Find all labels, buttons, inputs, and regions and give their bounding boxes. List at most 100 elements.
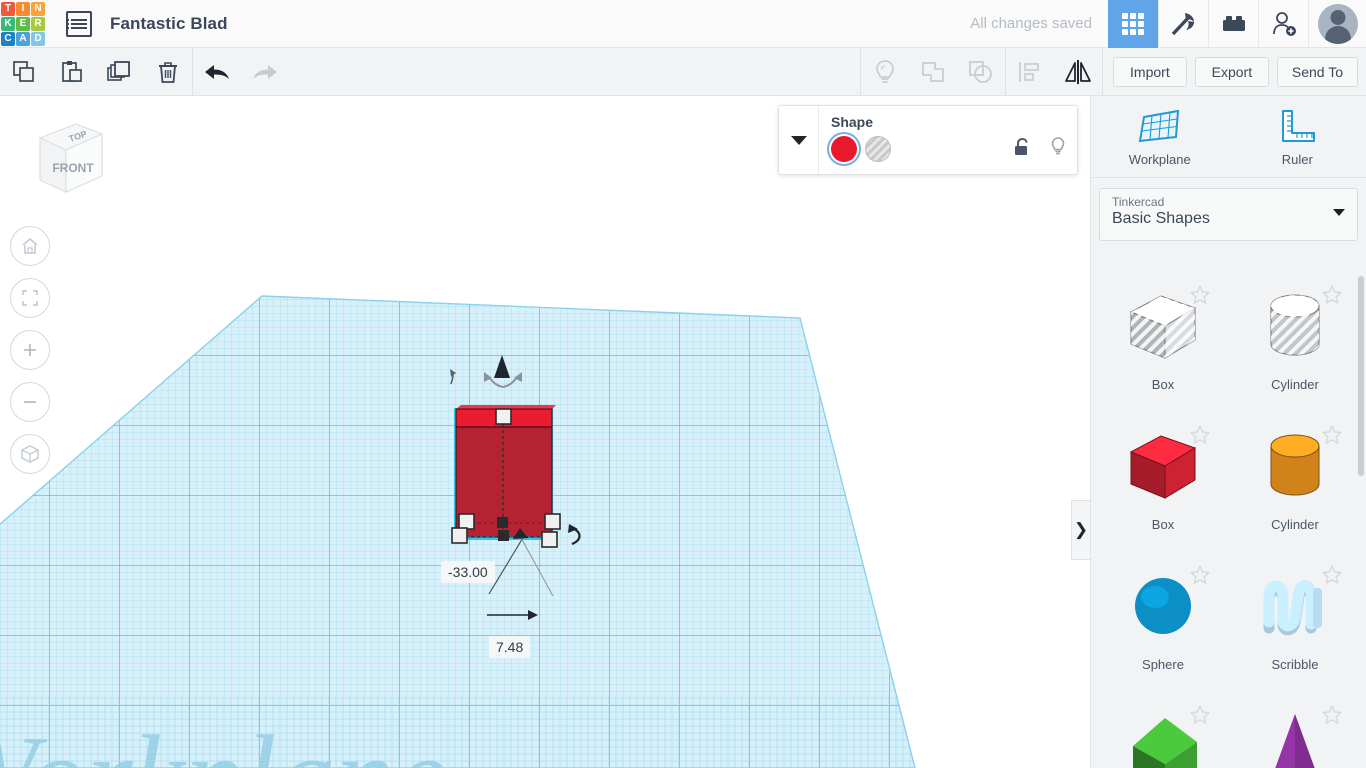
favorite-star-icon[interactable] (1321, 284, 1343, 310)
logo-tile-i: I (16, 1, 30, 16)
zoom-in-button[interactable] (10, 330, 50, 370)
undo-button[interactable] (193, 48, 241, 96)
show-hide-button[interactable] (861, 48, 909, 96)
avatar (1317, 3, 1358, 44)
add-person-icon (1272, 11, 1296, 36)
workplane-tool-label: Workplane (1128, 151, 1191, 167)
redo-arrow-icon (253, 64, 277, 79)
ungroup-button[interactable] (957, 48, 1005, 96)
workplane-canvas[interactable]: Workplane (0, 96, 1090, 768)
lightbulb-icon[interactable] (1049, 136, 1067, 158)
tinkercad-logo[interactable]: TIN KER CAD (0, 0, 46, 48)
send-to-button[interactable]: Send To (1276, 56, 1358, 87)
grid-9-icon (1122, 12, 1144, 35)
shape-label: Scribble (1271, 657, 1319, 672)
shape-panel-title: Shape (831, 114, 874, 130)
favorite-star-icon[interactable] (1189, 564, 1211, 590)
fit-to-view-button[interactable] (10, 278, 50, 318)
shapes-side-panel: Workplane Ruler Tinkercad Basic Shapes B… (1090, 96, 1366, 768)
shape-panel-collapse-button[interactable] (779, 106, 819, 174)
shapes-scrollbar[interactable] (1358, 276, 1364, 476)
shape-cylinder-orange[interactable]: Cylinder (1229, 418, 1361, 558)
shape-panel-actions (1013, 136, 1067, 158)
library-name-value: Basic Shapes (1112, 210, 1210, 227)
workplane-tool[interactable]: Workplane (1091, 96, 1229, 177)
shape-inspector-panel: Shape (778, 105, 1078, 175)
ruler-tool-label: Ruler (1281, 151, 1313, 167)
trash-icon (159, 61, 177, 83)
shapes-library-grid[interactable]: Box Cylinder Box Cylinder Sphere Scribbl… (1091, 270, 1366, 768)
favorite-star-icon[interactable] (1189, 704, 1211, 730)
favorite-star-icon[interactable] (1321, 704, 1343, 730)
navigation-controls (10, 226, 50, 486)
copy-icon (13, 60, 34, 82)
favorite-star-icon[interactable] (1321, 564, 1343, 590)
codeblocks-button[interactable] (1158, 0, 1208, 48)
delete-button[interactable] (144, 48, 192, 96)
paste-button[interactable] (48, 48, 96, 96)
view-cube[interactable]: TOP FRONT (18, 110, 108, 200)
group-button[interactable] (909, 48, 957, 96)
shape-box-hole[interactable]: Box (1097, 278, 1229, 418)
edit-toolbar: Import Export Send To (0, 47, 1366, 96)
avatar-button[interactable] (1308, 0, 1366, 48)
logo-tile-d: D (31, 31, 45, 46)
shape-sphere-blue[interactable]: Sphere (1097, 558, 1229, 698)
chevron-down-icon (790, 136, 807, 145)
shape-library-select[interactable]: Tinkercad Basic Shapes (1099, 188, 1358, 241)
shape-label: Cylinder (1271, 517, 1319, 532)
favorite-star-icon[interactable] (1321, 424, 1343, 450)
solid-color-swatch[interactable] (831, 136, 857, 162)
home-icon (22, 237, 38, 254)
invite-people-button[interactable] (1258, 0, 1308, 48)
page-title: Fantastic Blad (110, 13, 228, 33)
align-button[interactable] (1006, 48, 1054, 96)
favorite-star-icon[interactable] (1189, 424, 1211, 450)
shape-box-red[interactable]: Box (1097, 418, 1229, 558)
lightbulb-icon (876, 59, 894, 83)
z-offset-label[interactable]: -33.00 (441, 561, 495, 583)
shape-cylinder-hole[interactable]: Cylinder (1229, 278, 1361, 418)
workplane-grid: Workplane (0, 295, 916, 768)
import-button[interactable]: Import (1112, 56, 1187, 87)
list-icon[interactable] (66, 10, 92, 37)
shape-roof-green[interactable] (1097, 698, 1229, 768)
hole-swatch[interactable] (865, 136, 891, 162)
panel-tools-row: Workplane Ruler (1091, 96, 1366, 178)
ortho-perspective-button[interactable] (10, 434, 50, 474)
redo-button[interactable] (241, 48, 289, 96)
shape-cone-purple[interactable] (1229, 698, 1361, 768)
minus-icon (24, 401, 36, 403)
shape-label: Box (1151, 517, 1175, 532)
toolbar-divider (1101, 47, 1103, 96)
shape-scribble[interactable]: Scribble (1229, 558, 1361, 698)
cube-view-icon (21, 445, 39, 463)
zoom-out-button[interactable] (10, 382, 50, 422)
logo-tile-r: R (31, 16, 45, 31)
favorite-star-icon[interactable] (1189, 284, 1211, 310)
workplane-grid-icon (1138, 109, 1179, 142)
tinkercad-app: TIN KER CAD Fantastic Blad All changes sav… (0, 0, 1366, 768)
export-button[interactable]: Export (1194, 56, 1269, 87)
plus-icon (24, 344, 36, 356)
duplicate-button[interactable] (96, 48, 144, 96)
mirror-flip-icon (1064, 59, 1091, 84)
ruler-icon (1282, 109, 1316, 142)
grid-view-button[interactable] (1108, 0, 1158, 48)
unlock-icon[interactable] (1013, 137, 1031, 157)
shape-label: Cylinder (1271, 377, 1319, 392)
panel-collapse-tab[interactable]: ❯ (1071, 500, 1090, 560)
mirror-button[interactable] (1054, 48, 1102, 96)
logo-tile-k: K (1, 16, 15, 31)
copy-button[interactable] (0, 48, 48, 96)
chevron-down-icon (1333, 209, 1345, 216)
distance-label[interactable]: 7.48 (489, 636, 531, 658)
viewcube-front-label: FRONT (52, 161, 94, 175)
logo-tile-n: N (31, 1, 45, 16)
blocks-button[interactable] (1208, 0, 1258, 48)
ruler-tool[interactable]: Ruler (1229, 96, 1366, 177)
undo-arrow-icon (205, 64, 229, 79)
save-status: All changes saved (970, 15, 1092, 32)
home-view-button[interactable] (10, 226, 50, 266)
shape-label: Box (1151, 377, 1175, 392)
